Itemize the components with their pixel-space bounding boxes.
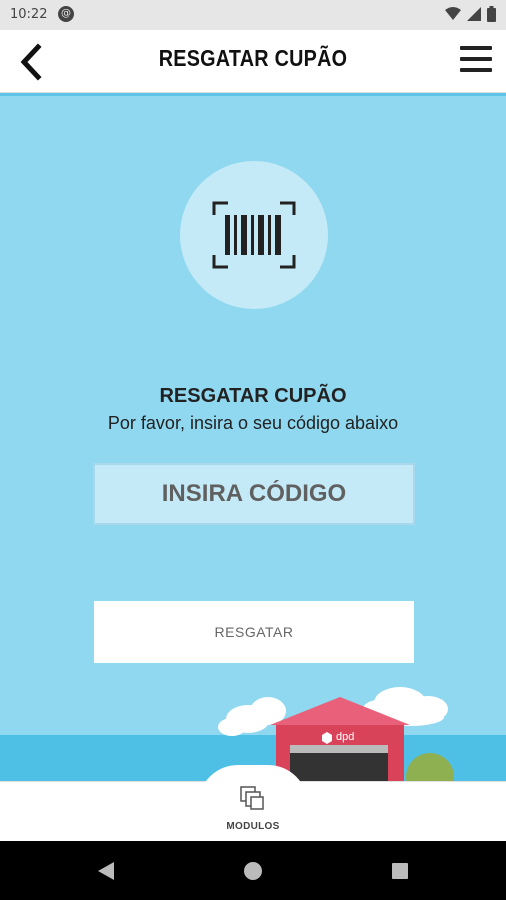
- hamburger-menu-icon: [460, 46, 492, 50]
- status-bar: 10:22 @: [0, 0, 506, 30]
- status-time: 10:22: [10, 7, 48, 22]
- redeem-button[interactable]: RESGATAR: [94, 601, 414, 663]
- sync-icon: @: [58, 6, 74, 22]
- system-nav-bar: [0, 841, 506, 900]
- barcode-scan-icon: [212, 201, 296, 269]
- status-icons: [445, 6, 496, 22]
- modules-label: MODULOS: [226, 821, 280, 832]
- cloud-left: [218, 697, 286, 736]
- wifi-icon: [445, 7, 461, 20]
- battery-icon: [487, 6, 496, 22]
- layers-icon: [240, 786, 264, 810]
- barcode-badge: [180, 161, 328, 309]
- nav-back-icon[interactable]: [96, 861, 116, 881]
- modules-nav-button[interactable]: MODULOS: [213, 781, 293, 841]
- building-logo-text: dpd: [336, 731, 355, 743]
- nav-recents-icon[interactable]: [390, 861, 410, 881]
- panel-top-edge: [0, 93, 506, 96]
- coupon-instructions: Por favor, insira o seu código abaixo: [107, 413, 399, 433]
- nav-home-icon[interactable]: [243, 861, 263, 881]
- page-title: RESGATAR CUPÃO: [158, 45, 348, 71]
- coupon-code-input[interactable]: [93, 463, 415, 525]
- coupon-heading: RESGATAR CUPÃO: [159, 385, 347, 407]
- app-bar: RESGATAR CUPÃO: [0, 30, 506, 93]
- menu-button[interactable]: [460, 46, 492, 76]
- signal-icon: [467, 7, 481, 21]
- coupon-panel: RESGATAR CUPÃO Por favor, insira o seu c…: [0, 93, 506, 781]
